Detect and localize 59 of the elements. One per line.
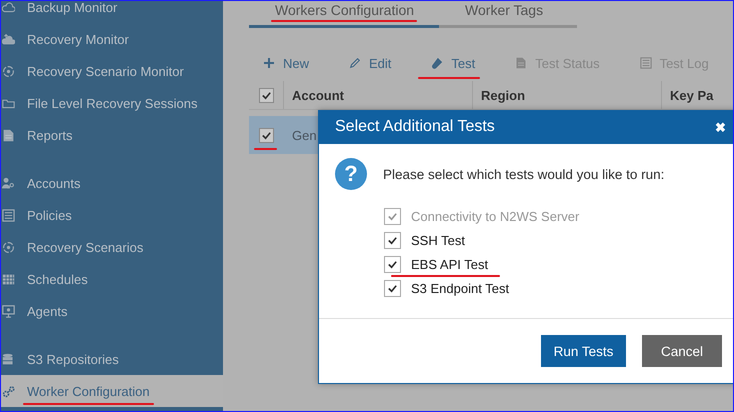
sidebar-item[interactable]: Backup Monitor bbox=[1, 1, 223, 23]
document-icon bbox=[515, 57, 528, 69]
list-icon bbox=[640, 57, 652, 69]
checkmark-icon bbox=[387, 259, 398, 270]
cloud-upload-icon bbox=[2, 32, 15, 46]
run-button[interactable]: Run Tests bbox=[541, 335, 626, 367]
user-key-icon bbox=[2, 176, 15, 190]
annotation-underline bbox=[418, 76, 480, 78]
column-header[interactable]: Key Pa bbox=[662, 81, 714, 109]
document-icon bbox=[2, 128, 15, 142]
checkmark-icon bbox=[260, 130, 272, 140]
checkbox[interactable] bbox=[384, 256, 401, 273]
table-cell-text: Gen bbox=[291, 128, 317, 142]
option-label: Connectivity to N2WS Server bbox=[411, 209, 580, 224]
tab[interactable]: Worker Tags bbox=[439, 2, 568, 28]
checkmark-icon bbox=[387, 211, 398, 222]
close-button[interactable]: ✖ bbox=[711, 120, 730, 134]
option-label: SSH Test bbox=[411, 233, 465, 248]
option-label: S3 Endpoint Test bbox=[411, 281, 510, 296]
checkmark-icon bbox=[387, 235, 398, 246]
checkbox[interactable] bbox=[258, 128, 274, 142]
sidebar-item[interactable]: Worker Configuration bbox=[1, 375, 223, 407]
cloud-icon bbox=[2, 1, 15, 14]
sidebar-item[interactable]: Policies bbox=[1, 199, 223, 231]
checkbox[interactable] bbox=[258, 88, 274, 102]
checkbox[interactable] bbox=[384, 232, 401, 249]
option-label: EBS API Test bbox=[411, 257, 488, 272]
prompt-text: Please select which tests would you like to run: bbox=[383, 166, 664, 182]
column-header[interactable]: Region bbox=[473, 81, 662, 109]
sidebar-item[interactable]: Agents bbox=[1, 295, 223, 327]
sidebar-item[interactable]: Accounts bbox=[1, 167, 223, 199]
database-icon bbox=[2, 352, 15, 366]
toolbar-button[interactable]: Edit bbox=[336, 50, 404, 78]
folder-icon bbox=[2, 96, 15, 110]
checkmark-icon bbox=[387, 283, 398, 294]
test-tube-icon bbox=[431, 57, 444, 69]
toolbar-button[interactable]: New bbox=[249, 50, 322, 78]
list-icon bbox=[2, 208, 15, 222]
tab[interactable]: Workers Configuration bbox=[249, 2, 440, 28]
checkbox[interactable] bbox=[384, 280, 401, 297]
sidebar-item[interactable]: Reports bbox=[1, 119, 223, 151]
cycle-icon bbox=[2, 64, 15, 78]
monitor-icon bbox=[2, 304, 15, 318]
question-icon: ? bbox=[335, 158, 367, 190]
sidebar-item[interactable]: File Level Recovery Sessions bbox=[1, 87, 223, 119]
sidebar-item[interactable]: Recovery Scenario Monitor bbox=[1, 55, 223, 87]
column-header[interactable]: Account bbox=[284, 81, 473, 109]
sidebar-item[interactable]: Recovery Scenarios bbox=[1, 231, 223, 263]
cancel-button[interactable]: Cancel bbox=[642, 335, 722, 367]
cycle-icon bbox=[2, 240, 15, 254]
sidebar-item[interactable]: S3 Repositories bbox=[1, 343, 223, 375]
plus-icon bbox=[263, 57, 275, 69]
gears-icon bbox=[2, 384, 15, 398]
sidebar-item[interactable]: Recovery Monitor bbox=[1, 23, 223, 55]
sidebar-item[interactable]: Schedules bbox=[1, 263, 223, 295]
dialog-title: Select Additional Tests bbox=[335, 118, 495, 136]
toolbar-button[interactable]: Test bbox=[418, 50, 488, 78]
pencil-icon bbox=[349, 57, 362, 69]
checkmark-icon bbox=[260, 90, 272, 100]
